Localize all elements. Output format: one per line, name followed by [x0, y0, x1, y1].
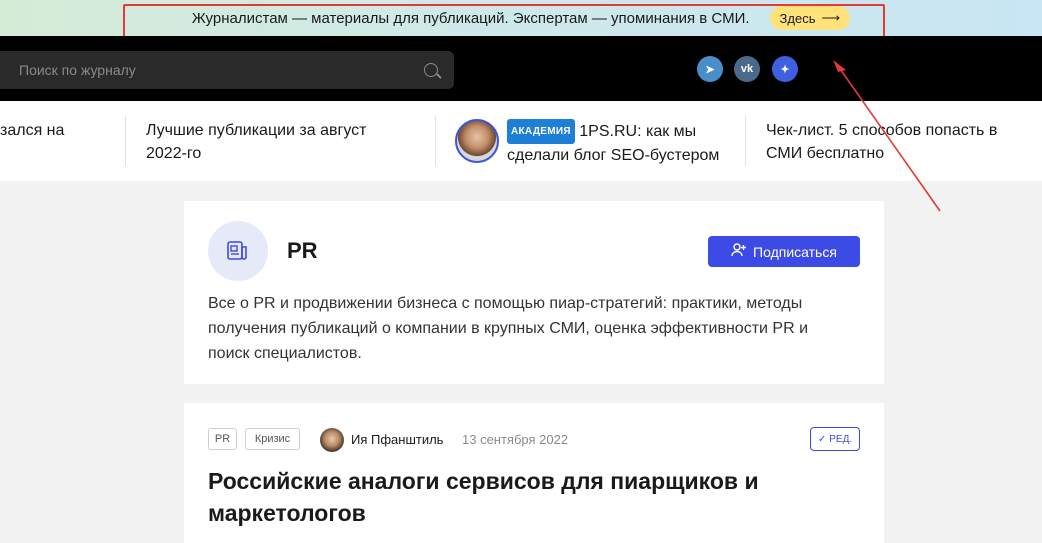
check-icon: ✓: [817, 433, 827, 445]
editorial-badge: ✓ РЕД.: [810, 427, 860, 451]
add-user-icon: [731, 242, 747, 261]
featured-article-link[interactable]: АКАДЕМИЯ 1PS.RU: как мы сделали блог SEO…: [507, 119, 719, 167]
promo-here-label: Здесь: [779, 10, 816, 26]
divider: [125, 116, 126, 166]
promo-banner[interactable]: Журналистам — материалы для публикаций. …: [0, 0, 1042, 36]
category-title: PR: [287, 238, 318, 263]
publication-date: 13 сентября 2022: [462, 432, 569, 447]
featured-articles-strip: зался на Лучшие публикации за август 202…: [0, 101, 1042, 181]
tag-pr[interactable]: PR: [208, 428, 237, 450]
article-title[interactable]: Российские аналоги сервисов для пиарщико…: [208, 465, 808, 529]
academy-badge: АКАДЕМИЯ: [507, 119, 575, 144]
article-card: PR Кризис Ия Пфанштиль 13 сентября 2022 …: [184, 403, 884, 543]
featured-article-link[interactable]: Чек-лист. 5 способов попасть в СМИ беспл…: [766, 119, 997, 165]
author-avatar[interactable]: [320, 428, 344, 452]
newspaper-icon: [208, 221, 268, 281]
site-header: ➤ vk ✦: [0, 36, 1042, 101]
featured-article-link[interactable]: Лучшие публикации за август 2022-го: [146, 119, 367, 165]
featured-article-link[interactable]: зался на: [0, 119, 64, 142]
subscribe-button[interactable]: Подписаться: [708, 236, 860, 267]
promo-here-button[interactable]: Здесь ⟶: [769, 6, 851, 30]
divider: [745, 116, 746, 166]
category-description: Все о PR и продвижении бизнеса с помощью…: [208, 295, 809, 362]
author-avatar[interactable]: [455, 119, 499, 163]
category-card: PR Подписаться Все о PR и продвижении би…: [184, 201, 884, 384]
divider: [435, 116, 436, 166]
promo-banner-text: Журналистам — материалы для публикаций. …: [191, 9, 750, 27]
search-bar[interactable]: [0, 51, 454, 89]
search-icon[interactable]: [424, 63, 438, 77]
tag-crisis[interactable]: Кризис: [245, 428, 300, 450]
author-name[interactable]: Ия Пфанштиль: [351, 432, 443, 447]
dzen-icon[interactable]: ✦: [772, 56, 798, 82]
vk-icon[interactable]: vk: [734, 56, 760, 82]
subscribe-label: Подписаться: [753, 243, 837, 260]
arrow-right-icon: ⟶: [821, 10, 841, 25]
telegram-icon[interactable]: ➤: [697, 56, 723, 82]
search-input[interactable]: [0, 51, 400, 89]
